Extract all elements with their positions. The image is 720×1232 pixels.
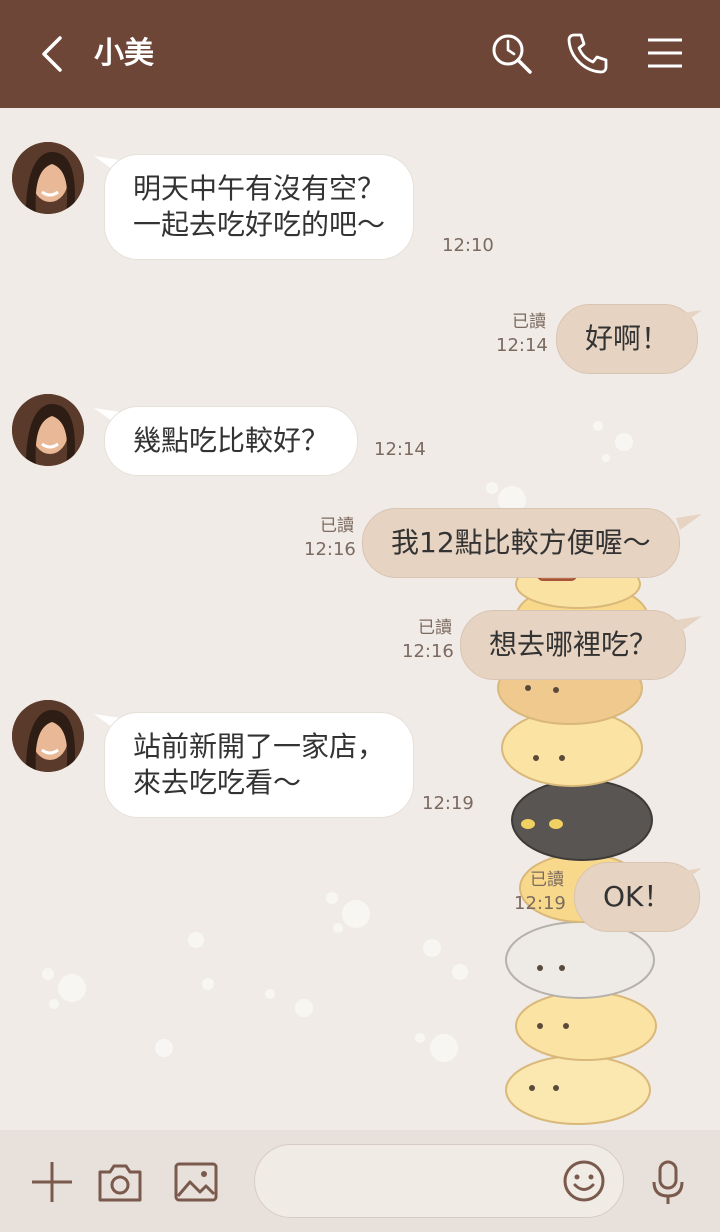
- camera-icon[interactable]: [96, 1158, 144, 1206]
- phone-icon[interactable]: [564, 30, 610, 76]
- chevron-left-icon[interactable]: [34, 32, 74, 76]
- message-bubble-outgoing[interactable]: 想去哪裡吃？: [460, 610, 687, 680]
- message-time: 12:19: [514, 893, 566, 914]
- message-time: 12:10: [442, 235, 494, 256]
- message-time: 12:16: [304, 539, 356, 560]
- menu-icon[interactable]: [642, 30, 688, 76]
- avatar-photo: [12, 142, 84, 214]
- chat-title: 小美: [94, 36, 154, 71]
- message-meta: 已讀 12:14: [496, 310, 548, 358]
- message-text-line: OK！: [603, 880, 672, 913]
- message-time: 12:14: [374, 439, 426, 460]
- message-input[interactable]: [254, 1144, 624, 1218]
- search-history-icon[interactable]: [488, 30, 534, 76]
- read-receipt: 已讀: [320, 516, 354, 536]
- bubble-tail: [676, 868, 702, 884]
- bubble-tail: [676, 310, 702, 326]
- message-meta: 已讀 12:19: [514, 868, 566, 916]
- message-text-line: 好啊！: [585, 322, 670, 355]
- bubble-tail: [676, 616, 702, 632]
- message-bubble-outgoing[interactable]: 我12點比較方便喔～: [362, 508, 680, 578]
- message-text-line: 一起去吃好吃的吧～: [133, 208, 386, 241]
- message-time: 12:19: [422, 793, 474, 814]
- message-text-line: 想去哪裡吃？: [489, 628, 658, 661]
- bubble-tail: [676, 514, 702, 530]
- contact-avatar[interactable]: [12, 142, 84, 214]
- message-text-line: 幾點吃比較好？: [133, 424, 330, 457]
- contact-avatar[interactable]: [12, 394, 84, 466]
- message-meta: 已讀 12:16: [402, 616, 454, 664]
- read-receipt: 已讀: [512, 312, 546, 332]
- avatar-photo: [12, 394, 84, 466]
- message-composer: [0, 1130, 720, 1232]
- message-bubble-incoming[interactable]: 幾點吃比較好？: [104, 406, 359, 476]
- message-text-line: 明天中午有沒有空？: [133, 172, 386, 205]
- message-time: 12:14: [496, 335, 548, 356]
- avatar-photo: [12, 700, 84, 772]
- message-bubble-incoming[interactable]: 明天中午有沒有空？ 一起去吃好吃的吧～: [104, 154, 415, 260]
- image-icon[interactable]: [172, 1158, 220, 1206]
- read-receipt: 已讀: [418, 618, 452, 638]
- message-text-line: 我12點比較方便喔～: [391, 526, 651, 559]
- chat-header: 小美: [0, 0, 720, 108]
- message-text-line: 站前新開了一家店，: [133, 730, 386, 763]
- microphone-icon[interactable]: [644, 1158, 692, 1206]
- message-bubble-incoming[interactable]: 站前新開了一家店， 來去吃吃看～: [104, 712, 415, 818]
- read-receipt: 已讀: [530, 870, 564, 890]
- message-meta: 已讀 12:16: [304, 514, 356, 562]
- message-time: 12:16: [402, 641, 454, 662]
- contact-avatar[interactable]: [12, 700, 84, 772]
- emoji-icon[interactable]: [561, 1158, 607, 1204]
- message-text-line: 來去吃吃看～: [133, 766, 302, 799]
- chat-area[interactable]: 明天中午有沒有空？ 一起去吃好吃的吧～ 12:10 已讀 12:14 好啊！ 幾…: [0, 108, 720, 1130]
- plus-icon[interactable]: [28, 1158, 76, 1206]
